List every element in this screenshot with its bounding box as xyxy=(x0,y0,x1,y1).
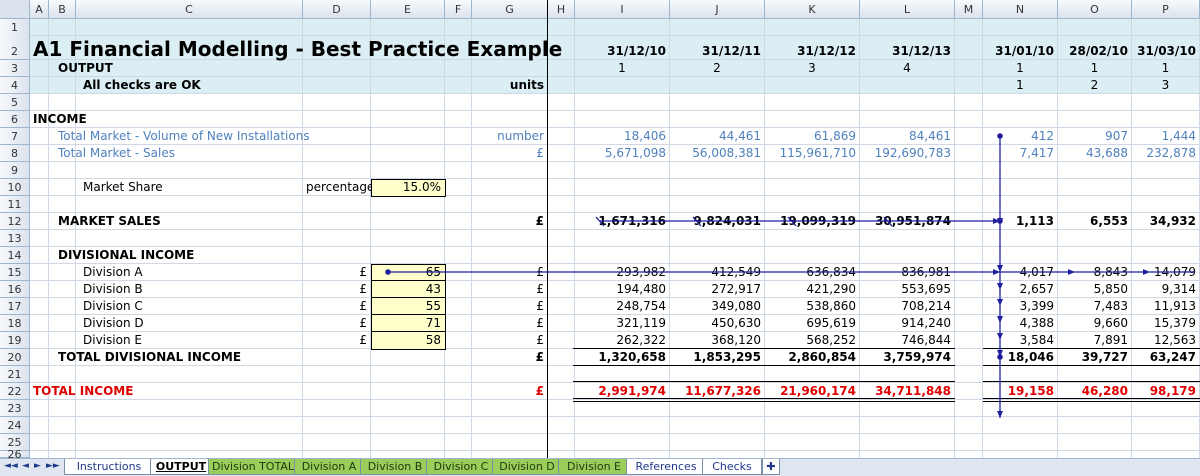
spreadsheet-grid[interactable]: A B C D E F G H I J K L M N O P 1 2 3 4 5 6 7 8 9 10 11 12 13 14 15 16 1… xyxy=(0,0,1200,458)
sheet-tab-bar: ◄◄ ◄ ► ►► Instructions OUTPUT Division TOT… xyxy=(0,458,1200,476)
sheet-tab[interactable]: Division TOTAL xyxy=(208,459,298,475)
trace-arrows xyxy=(385,133,1195,418)
trace-arrowhead xyxy=(1068,269,1075,275)
sheet-tab[interactable]: Division B xyxy=(360,459,430,475)
trace-arrowhead xyxy=(997,316,1003,323)
sheet-tab[interactable]: References xyxy=(626,459,706,475)
sheet-tab[interactable]: Division E xyxy=(558,459,630,475)
trace-dot xyxy=(997,354,1003,360)
sheet-tab[interactable]: Division C xyxy=(426,459,496,475)
sheet-tab[interactable]: Checks xyxy=(702,459,762,475)
sheet-tab[interactable]: Division A xyxy=(294,459,364,475)
trace-arrowhead xyxy=(1143,269,1150,275)
prev-sheet-icon[interactable]: ◄ xyxy=(22,461,29,471)
sheet-tab[interactable]: Division D xyxy=(492,459,562,475)
trace-arrowhead xyxy=(997,299,1003,306)
trace-arrowhead xyxy=(997,333,1003,340)
first-sheet-icon[interactable]: ◄◄ xyxy=(4,461,18,471)
sheet-tab[interactable]: OUTPUT xyxy=(150,459,212,475)
trace-arrowhead xyxy=(997,411,1003,418)
sheet-tab[interactable]: Instructions xyxy=(64,459,154,475)
trace-arrowhead xyxy=(997,283,1003,290)
insert-sheet-icon[interactable]: ✚ xyxy=(762,459,780,475)
trace-arrowhead xyxy=(993,269,1000,275)
next-sheet-icon[interactable]: ► xyxy=(34,461,41,471)
trace-arrowhead xyxy=(997,265,1003,272)
last-sheet-icon[interactable]: ►► xyxy=(46,461,60,471)
